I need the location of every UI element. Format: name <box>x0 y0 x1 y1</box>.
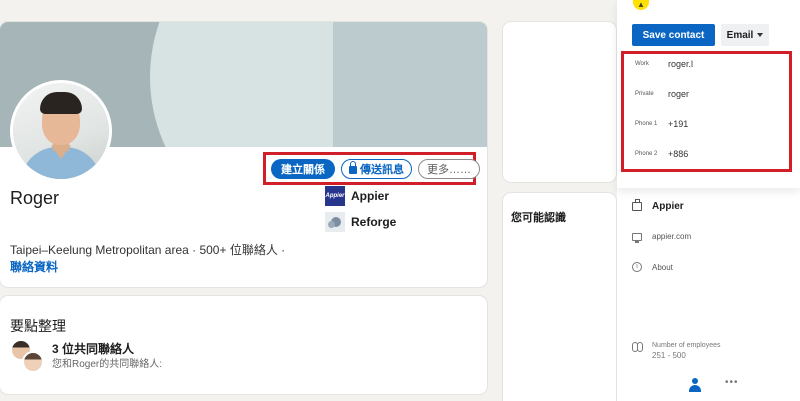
more-dots-icon[interactable]: ••• <box>725 378 739 388</box>
lock-icon <box>349 161 357 174</box>
highlights-title: 要點整理 <box>10 318 66 334</box>
contact-panel-header: ▲ Save contact Email Work roger.l Privat… <box>617 0 800 188</box>
appier-logo: Appier <box>325 186 345 206</box>
panel-employees: Number of employees 251 - 500 <box>632 342 720 360</box>
contact-row-work[interactable]: Work roger.l <box>635 59 693 69</box>
profile-actions-highlight: 建立關係 傳送訊息 更多…… <box>263 152 480 185</box>
company-reforge[interactable]: Reforge <box>325 212 396 232</box>
contact-row-private[interactable]: Private roger <box>635 89 689 99</box>
avatar <box>22 351 44 373</box>
person-icon[interactable] <box>689 378 701 392</box>
panel-company-name: Appier <box>652 201 684 212</box>
reforge-logo <box>325 212 345 232</box>
contact-row-value: roger <box>668 89 690 99</box>
company-appier[interactable]: Appier Appier <box>325 186 389 206</box>
contact-info-link[interactable]: 聯絡資料 <box>10 258 58 275</box>
side-card-people: 您可能認識 <box>503 193 616 401</box>
panel-company[interactable]: Appier <box>632 199 684 212</box>
contact-extension-panel: ▲ Save contact Email Work roger.l Privat… <box>617 0 800 401</box>
panel-website-text: appier.com <box>652 232 692 241</box>
mutual-connections-subtitle: 您和Roger的共同聯絡人: <box>52 359 163 370</box>
contact-details-highlight: Work roger.l Private roger Phone 1 +191 … <box>621 51 792 172</box>
profile-avatar[interactable] <box>10 80 112 182</box>
monitor-icon <box>632 232 642 243</box>
company-name: Reforge <box>351 215 397 229</box>
panel-about-text: About <box>652 262 673 272</box>
bee-icon[interactable]: ▲ <box>633 0 649 10</box>
people-icon <box>632 342 643 352</box>
contact-row-label: Phone 1 <box>635 121 658 127</box>
contact-row-value: +191 <box>668 119 689 129</box>
message-button-label: 傳送訊息 <box>360 163 404 176</box>
contact-row-phone1[interactable]: Phone 1 +191 <box>635 119 688 129</box>
company-name: Appier <box>351 189 390 203</box>
email-dropdown-button[interactable]: Email <box>721 24 769 46</box>
contact-row-label: Private <box>635 91 654 97</box>
save-contact-button[interactable]: Save contact <box>632 24 715 46</box>
contact-row-label: Phone 2 <box>635 151 658 157</box>
profile-card: 建立關係 傳送訊息 更多…… Roger Appier Appier Refor… <box>0 22 487 287</box>
panel-website[interactable]: appier.com <box>632 232 692 243</box>
contact-row-value: roger.l <box>668 59 694 69</box>
chevron-down-icon <box>757 33 764 37</box>
info-icon: i <box>632 262 642 272</box>
panel-bottom-nav: ••• <box>689 378 739 392</box>
contact-row-label: Work <box>635 61 649 67</box>
panel-about[interactable]: i About <box>632 262 673 272</box>
contact-row-phone2[interactable]: Phone 2 +886 <box>635 149 688 159</box>
contact-row-value: +886 <box>668 149 689 159</box>
profile-name: Roger <box>10 188 60 208</box>
banner-panel-shape <box>333 22 487 147</box>
employees-label: Number of employees <box>652 342 721 349</box>
connect-button[interactable]: 建立關係 <box>271 158 335 179</box>
building-icon <box>632 199 642 211</box>
people-you-may-know-title: 您可能認識 <box>511 212 566 224</box>
message-button[interactable]: 傳送訊息 <box>341 158 412 179</box>
email-button-label: Email <box>726 29 754 41</box>
more-button[interactable]: 更多…… <box>418 158 480 179</box>
employees-value: 251 - 500 <box>652 351 686 360</box>
side-card-top <box>503 22 616 182</box>
profile-location: Taipei–Keelung Metropolitan area · 500+ … <box>10 243 286 257</box>
